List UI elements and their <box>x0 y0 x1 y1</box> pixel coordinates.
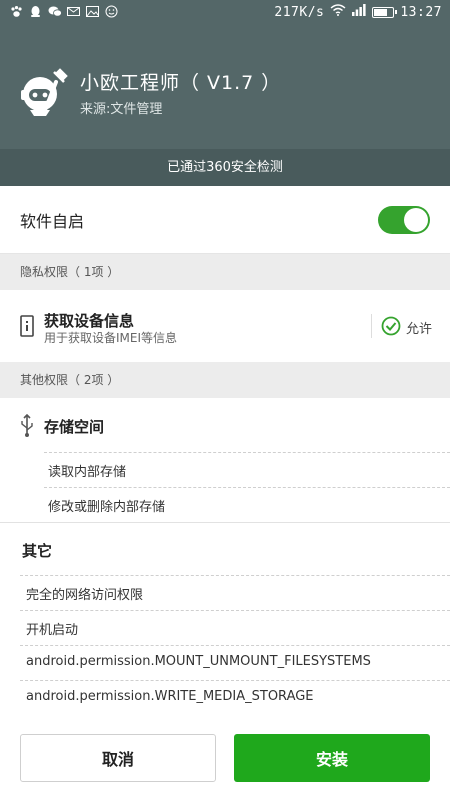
misc-item-mount: android.permission.MOUNT_UNMOUNT_FILESYS… <box>26 654 371 669</box>
status-bar: 217K/s 13:27 <box>0 0 450 26</box>
emoji-icon <box>105 5 118 18</box>
battery-level <box>374 8 388 16</box>
misc-item-network: 完全的网络访问权限 <box>26 588 144 603</box>
app-source: 来源:文件管理 <box>80 102 163 117</box>
app-logo-icon <box>16 64 72 120</box>
divider <box>20 575 450 576</box>
misc-item-media-storage: android.permission.WRITE_MEDIA_STORAGE <box>26 689 314 704</box>
divider <box>20 645 450 646</box>
usb-icon <box>20 413 34 442</box>
image-icon <box>86 5 99 18</box>
misc-title: 其它 <box>22 542 53 560</box>
paw-icon <box>10 5 23 18</box>
check-circle-icon[interactable] <box>381 316 401 340</box>
status-right: 217K/s 13:27 <box>274 4 442 20</box>
divider <box>0 522 450 523</box>
qq-icon <box>29 5 42 18</box>
network-speed: 217K/s <box>274 4 325 20</box>
divider <box>44 487 450 488</box>
notification-icons <box>10 5 118 18</box>
storage-title: 存储空间 <box>44 418 105 436</box>
storage-item-modify: 修改或删除内部存储 <box>48 500 166 515</box>
device-info-title: 获取设备信息 <box>44 312 135 330</box>
misc-item-boot: 开机启动 <box>26 623 79 638</box>
allow-divider <box>371 314 372 338</box>
storage-item-read: 读取内部存储 <box>48 465 127 480</box>
battery-icon <box>372 6 398 18</box>
divider <box>20 680 450 681</box>
toggle-knob <box>404 208 428 232</box>
other-section-header: 其他权限（ 2项 ） <box>0 362 450 398</box>
privacy-section-header: 隐私权限（ 1项 ） <box>0 254 450 290</box>
app-header: 217K/s 13:27 小欧工程师（ V1.7 ） 来源:文件管理 已通过36… <box>0 0 450 186</box>
security-notice: 已通过360安全检测 <box>0 149 450 186</box>
autostart-label: 软件自启 <box>20 212 85 231</box>
allow-status[interactable]: 允许 <box>406 318 432 337</box>
cancel-button[interactable]: 取消 <box>20 734 216 782</box>
wifi-icon <box>330 4 346 20</box>
divider <box>20 610 450 611</box>
wechat-icon <box>48 5 62 18</box>
install-button[interactable]: 安装 <box>234 734 430 782</box>
phone-info-icon <box>20 315 34 341</box>
mail-icon <box>67 5 80 18</box>
divider <box>44 452 450 453</box>
signal-icon <box>352 4 366 20</box>
autostart-toggle[interactable] <box>378 206 430 234</box>
app-name: 小欧工程师（ V1.7 ） <box>80 72 282 94</box>
clock: 13:27 <box>400 4 442 20</box>
device-info-desc: 用于获取设备IMEI等信息 <box>44 331 178 345</box>
